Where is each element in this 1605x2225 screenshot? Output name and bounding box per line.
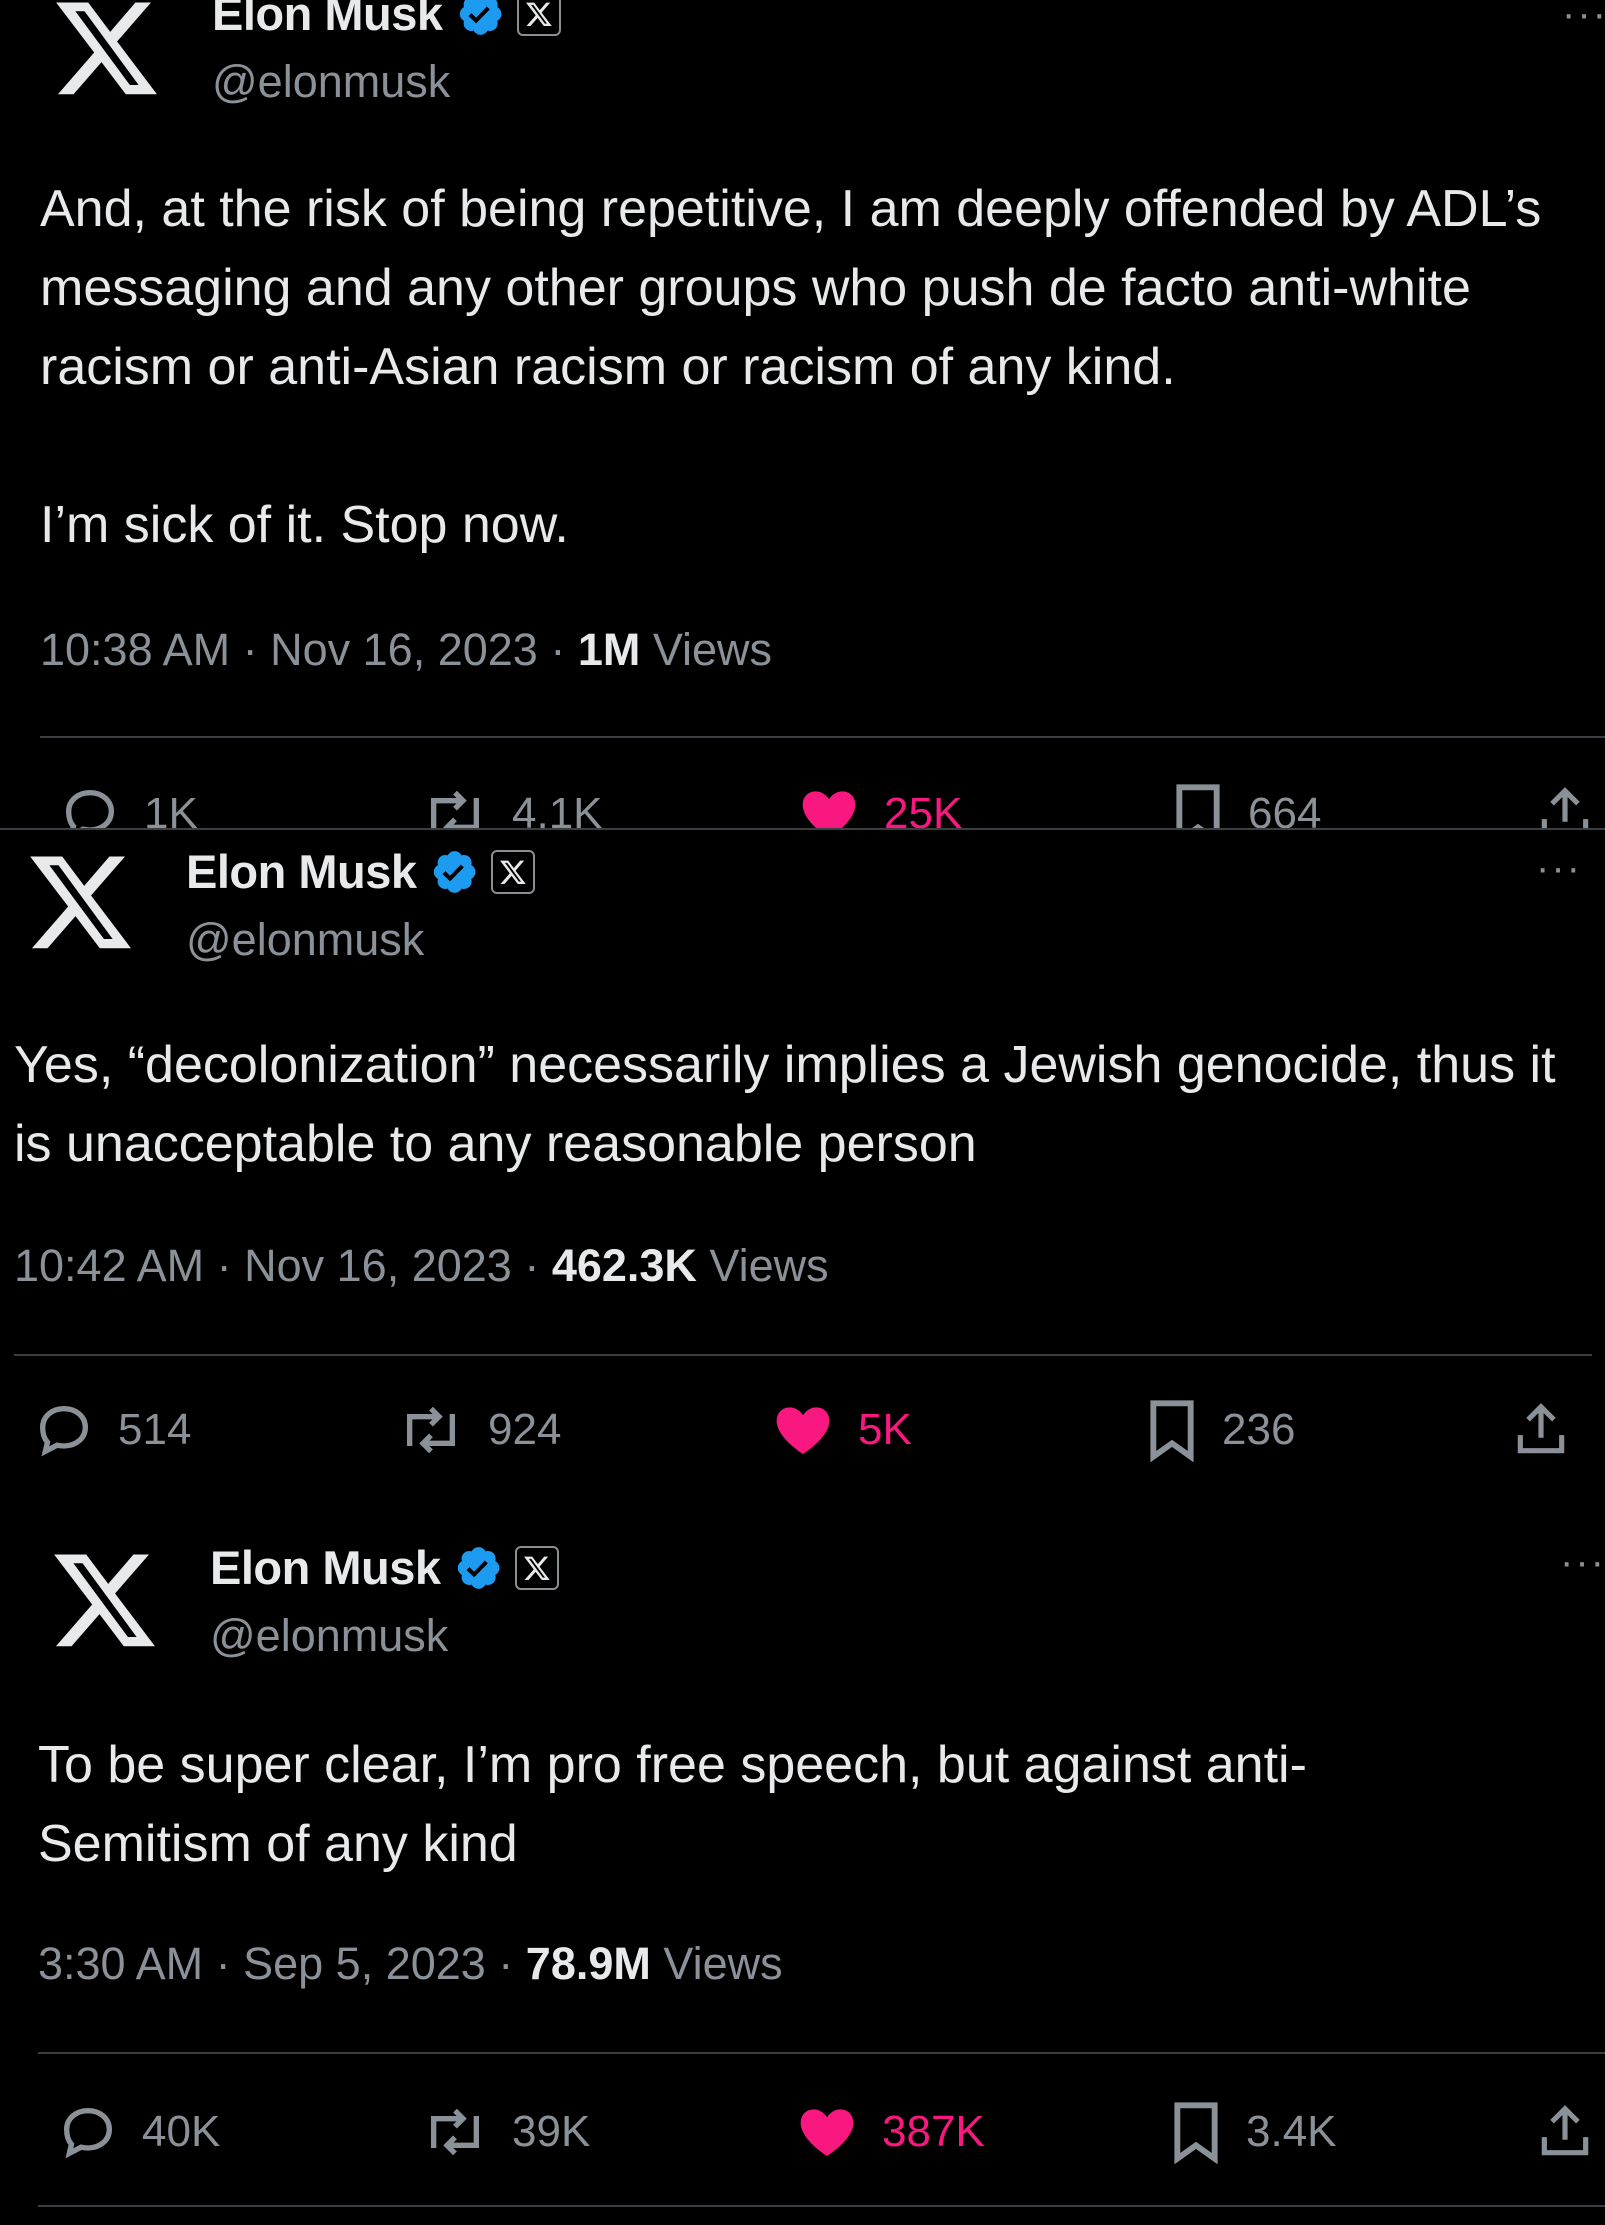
author-handle[interactable]: @elonmusk (212, 56, 450, 108)
author-handle[interactable]: @elonmusk (210, 1610, 448, 1662)
tweet-meta: 10:38 AM · Nov 16, 2023 · 1M Views (40, 624, 772, 676)
tweet-text: And, at the risk of being repetitive, I … (40, 180, 1542, 554)
bookmark-button[interactable]: 236 (1144, 1398, 1295, 1462)
repost-count: 4.1K (512, 789, 603, 830)
bookmark-icon (1176, 784, 1220, 828)
x-logo-icon (499, 860, 526, 884)
share-icon (1541, 787, 1589, 828)
reply-count: 1K (144, 789, 198, 830)
view-count: 462.3K (551, 1240, 697, 1291)
reply-count: 40K (142, 2107, 221, 2156)
divider (38, 2205, 1605, 2207)
bookmark-button[interactable]: 664 (1170, 782, 1322, 830)
verified-icon (459, 0, 501, 35)
author-name[interactable]: Elon Musk (210, 1540, 441, 1595)
heart-icon (802, 791, 856, 828)
share-button[interactable] (1534, 782, 1596, 828)
timestamp[interactable]: 3:30 AM · Sep 5, 2023 · (38, 1938, 526, 1989)
divider (14, 1354, 1592, 1356)
tweet-1: Elon Musk @elonmusk ··· And, at the risk… (0, 0, 1605, 830)
repost-count: 924 (488, 1405, 562, 1454)
tweet-3: Elon Musk @elonmusk ··· To be super clea… (0, 1510, 1605, 2225)
like-button[interactable]: 387K (794, 2100, 985, 2164)
timestamp[interactable]: 10:38 AM · Nov 16, 2023 · (40, 624, 578, 675)
view-count: 1M (577, 624, 641, 675)
x-logo-icon (56, 2, 157, 95)
x-affiliation-badge[interactable] (490, 849, 535, 894)
action-bar: 1K 4.1K 25K 664 (0, 782, 1605, 830)
divider (38, 2052, 1605, 2054)
reply-icon (63, 2107, 113, 2159)
share-icon (1541, 2105, 1589, 2156)
view-count: 78.9M (525, 1938, 651, 1989)
author-name[interactable]: Elon Musk (186, 844, 417, 899)
share-button[interactable] (1534, 2100, 1596, 2169)
bookmark-count: 236 (1222, 1405, 1296, 1454)
more-options-button[interactable]: ··· (1536, 846, 1582, 891)
divider (40, 736, 1605, 738)
more-options-button[interactable]: ··· (1562, 0, 1605, 37)
bookmark-count: 664 (1248, 789, 1322, 830)
tweet-text: To be super clear, I’m pro free speech, … (38, 1736, 1307, 1873)
reply-button[interactable]: 514 (32, 1398, 191, 1462)
like-count: 5K (858, 1405, 912, 1454)
x-logo-icon (54, 1554, 155, 1647)
views-label: Views (696, 1240, 829, 1291)
tweet-text: Yes, “decolonization” necessarily implie… (14, 1036, 1570, 1173)
bookmark-button[interactable]: 3.4K (1168, 2100, 1337, 2164)
reply-button[interactable]: 1K (58, 782, 198, 830)
tweet-meta: 3:30 AM · Sep 5, 2023 · 78.9M Views (38, 1938, 783, 1990)
views-label: Views (640, 624, 773, 675)
share-button[interactable] (1510, 1398, 1572, 1467)
x-logo-icon (30, 856, 131, 949)
x-affiliation-badge[interactable] (514, 1545, 559, 1590)
author-name[interactable]: Elon Musk (212, 0, 443, 41)
heart-icon (776, 1407, 830, 1454)
repost-button[interactable]: 4.1K (420, 782, 603, 830)
repost-button[interactable]: 924 (396, 1398, 561, 1462)
repost-count: 39K (512, 2107, 591, 2156)
reply-count: 514 (118, 1405, 192, 1454)
verified-icon (457, 1546, 499, 1589)
like-count: 25K (884, 789, 963, 830)
repost-button[interactable]: 39K (420, 2100, 590, 2164)
views-label: Views (650, 1938, 783, 1989)
heart-icon (800, 2109, 854, 2156)
reply-icon (39, 1405, 89, 1457)
reply-icon (65, 789, 115, 828)
reply-button[interactable]: 40K (56, 2100, 220, 2164)
like-button[interactable]: 5K (770, 1398, 912, 1462)
more-options-button[interactable]: ··· (1560, 1540, 1605, 1585)
x-logo-icon (523, 1556, 550, 1580)
repost-icon (431, 2108, 479, 2156)
tweet-2: Elon Musk @elonmusk ··· Yes, “decoloniza… (0, 830, 1605, 1510)
action-bar: 40K 39K 387K 3.4K (0, 2100, 1605, 2170)
verified-icon (433, 850, 475, 893)
x-logo-icon (525, 2, 552, 26)
repost-icon (407, 1406, 455, 1454)
author-handle[interactable]: @elonmusk (186, 914, 424, 966)
timestamp[interactable]: 10:42 AM · Nov 16, 2023 · (14, 1240, 552, 1291)
tweet-meta: 10:42 AM · Nov 16, 2023 · 462.3K Views (14, 1240, 829, 1292)
repost-icon (431, 790, 479, 828)
x-affiliation-badge[interactable] (516, 0, 561, 36)
avatar[interactable] (50, 1544, 160, 1654)
avatar[interactable] (52, 0, 162, 102)
bookmark-icon (1174, 2102, 1218, 2164)
like-count: 387K (882, 2107, 985, 2156)
action-bar: 514 924 5K 236 (0, 1398, 1605, 1468)
bookmark-icon (1150, 1400, 1194, 1462)
avatar[interactable] (26, 846, 136, 956)
bookmark-count: 3.4K (1246, 2107, 1337, 2156)
like-button[interactable]: 25K (796, 782, 963, 830)
share-icon (1517, 1403, 1565, 1454)
